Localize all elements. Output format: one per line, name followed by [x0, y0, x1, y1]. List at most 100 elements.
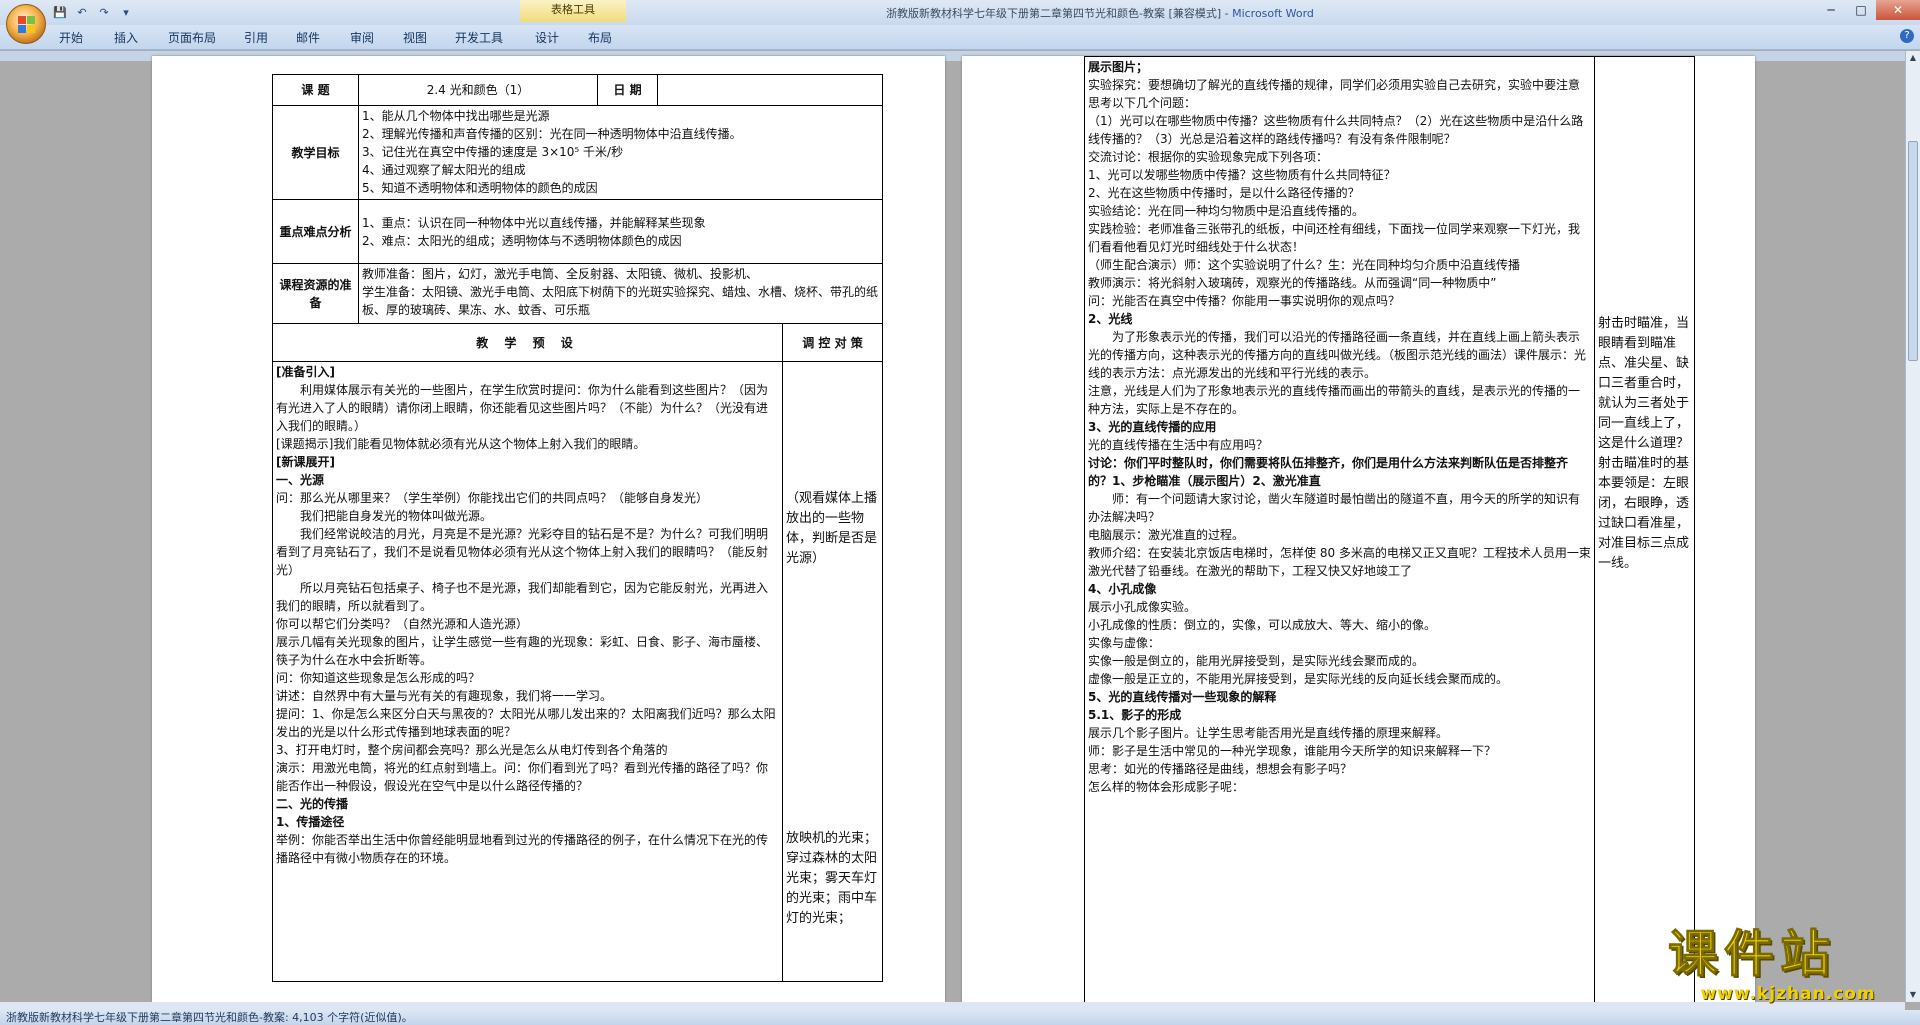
plan-paragraph: 实像与虚像：	[1088, 636, 1161, 650]
status-bar: 浙教版新教材科学七年级下册第二章第四节光和颜色-教案: 4,103 个字符(近似…	[0, 1010, 1920, 1025]
plan-paragraph: 交流讨论：根据你的实验现象完成下列各项：	[1088, 150, 1329, 164]
tab-view[interactable]: 视图	[403, 29, 427, 46]
plan-paragraph: 5、光的直线传播对一些现象的解释	[1088, 690, 1277, 704]
watermark-url: www.kjzhan.com	[1700, 984, 1876, 1004]
horizontal-scrollbar[interactable]	[0, 1002, 1905, 1010]
plan-paragraph: 实验探究：要想确切了解光的直线传播的规律，同学们必须用实验自己去研究，实验中要注…	[1088, 78, 1581, 110]
plan-paragraph: 利用媒体展示有关光的一些图片，在学生欣赏时提问：你为什么能看到这些图片？（因为有…	[276, 383, 769, 433]
document-title: 浙教版新教材科学七年级下册第二章第四节光和颜色-教案 [兼容模式] -	[886, 7, 1233, 20]
resources-cell: 教师准备：图片，幻灯，激光手电筒、全反射器、太阳镜、微机、投影机、 学生准备：太…	[357, 263, 884, 324]
plan-paragraph: 展示图片；	[1088, 60, 1149, 74]
plan-paragraph: 讨论：你们平时整队时，你们需要将队伍排整齐，你们是用什么方法来判断队伍是否排整齐…	[1088, 456, 1569, 488]
maximize-icon[interactable]: □	[1846, 0, 1876, 20]
plan-paragraph: 注意，光线是人们为了形象地表示光的直线传播而画出的带箭头的直线，是表示光的传播的…	[1088, 384, 1581, 416]
plan-paragraph: 教师演示：将光斜射入玻璃砖，观察光的传播路线。从而强调“同一种物质中”	[1088, 276, 1497, 290]
plan-paragraph: 实践检验：老师准备三张带孔的纸板，中间还栓有细线，下面找一位同学来观察一下灯光，…	[1088, 222, 1581, 254]
plan-paragraph: 1、光可以发哪些物质中传播？这些物质有什么共同特征？	[1088, 168, 1396, 182]
plan-paragraph: 你可以帮它们分类吗？（自然光源和人造光源）	[276, 617, 529, 631]
document-page-2[interactable]: 展示图片； 实验探究：要想确切了解光的直线传播的规律，同学们必须用实验自己去研究，…	[962, 56, 1755, 1002]
key-points-cell: 1、重点：认识在同一种物体中光以直线传播，并能解释某些现象 2、难点：太阳光的组…	[357, 199, 884, 264]
plan-paragraph: （1）光可以在哪些物质中传播？这些物质有什么共同特点？（2）光在这些物质中是沿什…	[1088, 114, 1584, 146]
plan-header: 教 学 预 设	[271, 323, 784, 362]
plan-paragraph: 师：有一个问题请大家讨论，凿火车隧道时最怕凿出的隧道不直，用今天的所学的知识有办…	[1088, 492, 1581, 524]
key-point-item: 1、重点：认识在同一种物体中光以直线传播，并能解释某些现象	[362, 215, 706, 230]
control-note: 射击时瞄准，当眼睛看到瞄准点、准尖星、缺口三者重合时，就认为三者处于同一直线上了…	[1598, 316, 1690, 571]
plan-paragraph: 一、光源	[276, 473, 325, 487]
undo-icon[interactable]: ↶	[74, 6, 90, 20]
document-page-1[interactable]: 课 题 2.4 光和颜色（1） 日 期 教学目标 1、能从几个物体中找出哪些是光…	[152, 56, 945, 1002]
lesson-plan-table-continued: 展示图片； 实验探究：要想确切了解光的直线传播的规律，同学们必须用实验自己去研究，…	[1084, 56, 1695, 1002]
redo-icon[interactable]: ↷	[96, 6, 112, 20]
tab-review[interactable]: 审阅	[350, 29, 374, 46]
plan-paragraph: 电脑展示：激光准直的过程。	[1088, 528, 1245, 542]
date-label: 日 期	[597, 74, 659, 106]
table-tools-label: 表格工具	[520, 0, 626, 22]
plan-paragraph: 2、光在这些物质中传播时，是以什么路径传播的？	[1088, 186, 1360, 200]
plan-paragraph: 3、光的直线传播的应用	[1088, 420, 1217, 434]
goal-item: 1、能从几个物体中找出哪些是光源	[362, 109, 550, 123]
plan-paragraph: 提问：1、你是怎么来区分白天与黑夜的？太阳光从哪儿发出来的？太阳离我们近吗？那么…	[276, 707, 776, 739]
control-header: 调 控 对 策	[782, 323, 884, 362]
plan-paragraph: 问：你知道这些现象是怎么形成的吗？	[276, 671, 481, 685]
plan-paragraph: 思考：如光的传播路径是曲线，想想会有影子吗？	[1088, 762, 1353, 776]
plan-paragraph: 实验结论：光在同一种均匀物质中是沿直线传播的。	[1088, 204, 1365, 218]
topic-label: 课 题	[272, 74, 359, 106]
vertical-scrollbar[interactable]: ▲ ▼	[1905, 51, 1920, 1002]
close-icon[interactable]: ✕	[1876, 0, 1920, 20]
plan-paragraph: 问：光能否在真空中传播？你能用一事实说明你的观点吗？	[1088, 294, 1401, 308]
tab-insert[interactable]: 插入	[114, 29, 138, 46]
tab-design[interactable]: 设计	[535, 29, 559, 46]
plan-paragraph: 举例：你能否举出生活中你曾经能明显地看到过光的传播路径的例子，在什么情况下在光的…	[276, 833, 769, 865]
kjzhan-watermark: 课件站 www.kjzhan.com	[1668, 924, 1908, 1005]
goal-item: 2、理解光传播和声音传播的区别：光在同一种透明物体中沿直线传播。	[362, 127, 742, 141]
lesson-plan-table: 课 题 2.4 光和颜色（1） 日 期 教学目标 1、能从几个物体中找出哪些是光…	[271, 74, 884, 982]
plan-paragraph: （师生配合演示）师：这个实验说明了什么？生：光在同种均匀介质中沿直线传播	[1088, 258, 1521, 272]
window-controls: ─ □ ✕	[1816, 0, 1920, 22]
plan-paragraph: 展示几个影子图片。让学生思考能否用光是直线传播的原理来解释。	[1088, 726, 1449, 740]
quick-access-toolbar: 💾 ↶ ↷ ▾	[52, 5, 134, 21]
control-note: （观看媒体上播放出的一些物体，判断是否是光源）	[786, 491, 878, 566]
plan-paragraph: 3、打开电灯时，整个房间都会亮吗？那么光是怎么从电灯传到各个角落的	[276, 743, 668, 757]
office-logo-icon	[18, 16, 36, 34]
goal-item: 3、记住光在真空中传播的速度是 3×10⁵ 千米/秒	[362, 145, 624, 159]
tab-references[interactable]: 引用	[244, 29, 268, 46]
watermark-title: 课件站	[1668, 925, 1836, 984]
plan-paragraph: 2、光线	[1088, 312, 1133, 326]
office-button[interactable]	[6, 4, 46, 44]
plan-body: [准备引入] 利用媒体展示有关光的一些图片，在学生欣赏时提问：你为什么能看到这些图…	[271, 361, 784, 982]
resource-item: 学生准备：太阳镜、激光手电筒、太阳底下树荫下的光斑实验探究、蜡烛、水槽、烧杯、带…	[362, 285, 879, 317]
plan-paragraph: [新课展开]	[276, 455, 335, 469]
plan-paragraph: 小孔成像的性质：倒立的，实像，可以成放大、等大、缩小的像。	[1088, 618, 1437, 632]
title-bar: 💾 ↶ ↷ ▾ 表格工具 浙教版新教材科学七年级下册第二章第四节光和颜色-教案 …	[0, 0, 1920, 25]
scroll-down-icon[interactable]: ▼	[1908, 990, 1918, 1000]
plan-paragraph: 师：影子是生活中常见的一种光学现象，谁能用今天所学的知识来解释一下？	[1088, 744, 1497, 758]
tab-page-layout[interactable]: 页面布局	[168, 29, 216, 46]
customize-toolbar-icon[interactable]: ▾	[118, 6, 134, 20]
plan-paragraph: 问：那么光从哪里来？（学生举例）你能找出它们的共同点吗？（能够自身发光）	[276, 491, 709, 505]
goal-item: 4、通过观察了解太阳光的组成	[362, 163, 526, 177]
tab-developer[interactable]: 开发工具	[455, 29, 503, 46]
tab-home[interactable]: 开始	[59, 29, 83, 46]
save-icon[interactable]: 💾	[52, 6, 68, 20]
tab-layout[interactable]: 布局	[588, 29, 612, 46]
plan-paragraph: 为了形象表示光的传播，我们可以沿光的传播路径画一条直线，并在直线上画上箭头表示光…	[1088, 330, 1587, 380]
scroll-up-icon[interactable]: ▲	[1908, 53, 1918, 63]
plan-paragraph: 演示：用激光电筒，将光的红点射到墙上。问：你们看到光了吗？看到光传播的路径了吗？…	[276, 761, 769, 793]
control-cell-continued: 射击时瞄准，当眼睛看到瞄准点、准尖星、缺口三者重合时，就认为三者处于同一直线上了…	[1594, 56, 1695, 1002]
plan-paragraph: 4、小孔成像	[1088, 582, 1157, 596]
plan-paragraph: [课题揭示]我们能看见物体就必须有光从这个物体上射入我们的眼睛。	[276, 437, 646, 451]
minimize-icon[interactable]: ─	[1816, 0, 1846, 20]
plan-paragraph: 1、传播途径	[276, 815, 345, 829]
plan-paragraph: 教师介绍：在安装北京饭店电梯时，怎样使 80 多米高的电梯又正又直呢？工程技术人…	[1088, 546, 1591, 578]
help-icon[interactable]: ?	[1900, 29, 1914, 43]
topic-value: 2.4 光和颜色（1）	[357, 74, 599, 106]
goal-item: 5、知道不透明物体和透明物体的颜色的成因	[362, 181, 598, 195]
plan-paragraph: 二、光的传播	[276, 797, 349, 811]
scroll-thumb[interactable]	[1908, 141, 1918, 361]
goals-label: 教学目标	[272, 105, 359, 200]
plan-body-continued: 展示图片； 实验探究：要想确切了解光的直线传播的规律，同学们必须用实验自己去研究，…	[1084, 56, 1595, 1002]
date-value[interactable]	[657, 74, 884, 106]
control-cell: （观看媒体上播放出的一些物体，判断是否是光源） 放映机的光束；穿过森林的太阳光束…	[782, 361, 884, 982]
tab-mailings[interactable]: 邮件	[296, 29, 320, 46]
ribbon-tabs: 开始 插入 页面布局 引用 邮件 审阅 视图 开发工具 设计 布局	[0, 25, 1920, 50]
